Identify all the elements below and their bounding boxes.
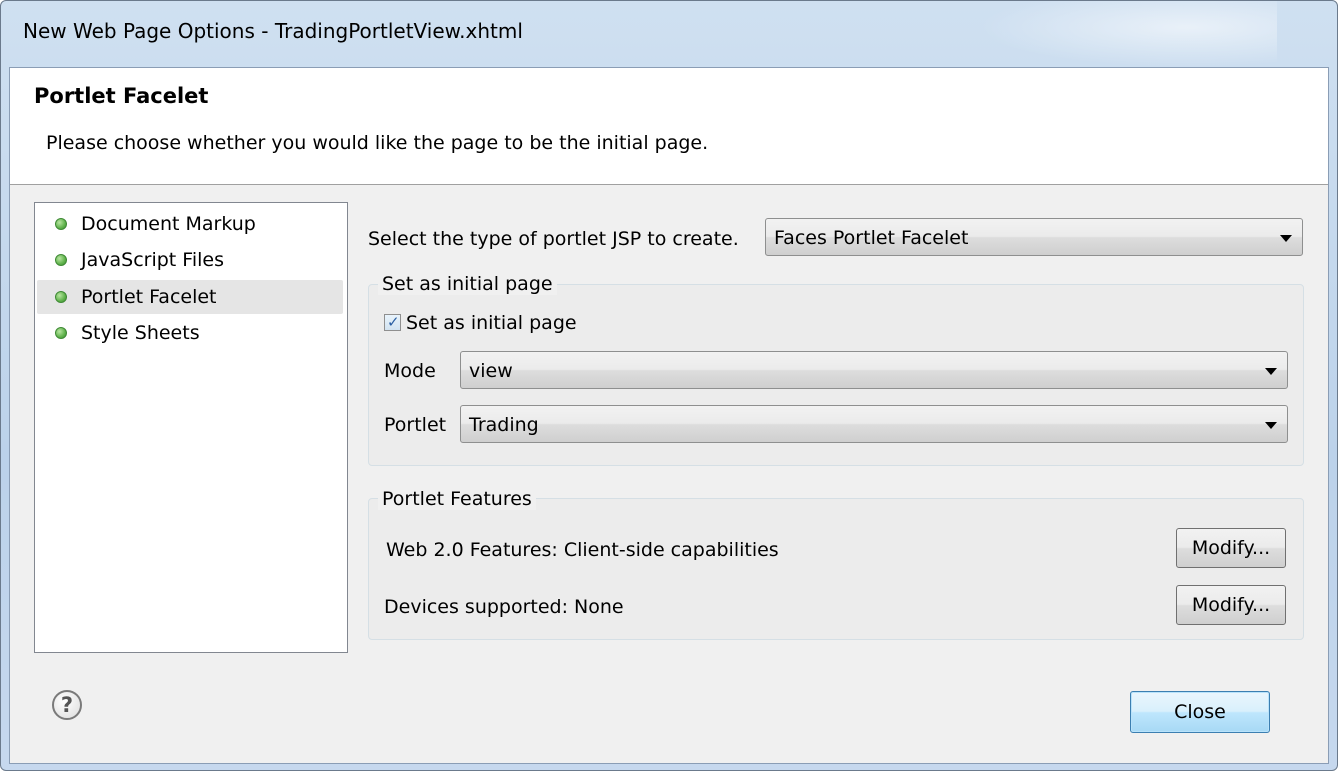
web20-features-label: Web 2.0 Features: Client-side capabiliti… (386, 539, 779, 561)
sidebar-item-javascript-files[interactable]: JavaScript Files (37, 243, 343, 277)
page-description: Please choose whether you would like the… (46, 132, 709, 154)
sidebar-item-portlet-facelet[interactable]: Portlet Facelet (37, 280, 343, 314)
sidebar-item-label: Style Sheets (81, 322, 200, 344)
modify-devices-button[interactable]: Modify... (1176, 585, 1286, 625)
mode-value: view (469, 360, 513, 382)
title-bar[interactable]: New Web Page Options - TradingPortletVie… (1, 1, 1337, 67)
sidebar-item-document-markup[interactable]: Document Markup (37, 207, 343, 241)
initial-page-group-legend: Set as initial page (378, 273, 557, 295)
portlet-label: Portlet (384, 414, 447, 436)
status-dot-icon (55, 327, 67, 339)
status-dot-icon (55, 291, 67, 303)
portlet-value: Trading (469, 414, 539, 436)
mode-select[interactable]: view (460, 351, 1288, 389)
window-title: New Web Page Options - TradingPortletVie… (23, 19, 523, 43)
set-initial-page-checkbox[interactable]: ✓ (384, 313, 401, 331)
portlet-type-select[interactable]: Faces Portlet Facelet (765, 218, 1303, 256)
portlet-type-label: Select the type of portlet JSP to create… (368, 228, 739, 250)
sidebar-item-label: JavaScript Files (81, 249, 224, 271)
chevron-down-icon (1280, 235, 1292, 242)
portlet-select[interactable]: Trading (460, 405, 1288, 443)
chevron-down-icon (1265, 422, 1277, 429)
title-bar-reflection (977, 1, 1277, 67)
modify-web20-button[interactable]: Modify... (1176, 528, 1286, 568)
set-initial-page-label[interactable]: Set as initial page (406, 312, 577, 334)
help-icon[interactable]: ? (52, 690, 82, 720)
devices-supported-label: Devices supported: None (384, 596, 624, 618)
portlet-features-group-legend: Portlet Features (378, 488, 536, 510)
status-dot-icon (55, 254, 67, 266)
dialog-header: Portlet Facelet Please choose whether yo… (10, 68, 1328, 185)
portlet-type-value: Faces Portlet Facelet (774, 227, 969, 249)
mode-label: Mode (384, 360, 436, 382)
portlet-features-group (368, 498, 1304, 640)
sidebar-item-label: Portlet Facelet (81, 286, 217, 308)
checkmark-icon: ✓ (387, 313, 400, 331)
sidebar-item-style-sheets[interactable]: Style Sheets (37, 316, 343, 350)
sidebar-list: Document Markup JavaScript Files Portlet… (34, 202, 348, 653)
dialog-client-area: Portlet Facelet Please choose whether yo… (9, 67, 1329, 764)
close-button[interactable]: Close (1130, 691, 1270, 733)
dialog-window: New Web Page Options - TradingPortletVie… (0, 0, 1338, 771)
sidebar-item-label: Document Markup (81, 213, 256, 235)
status-dot-icon (55, 218, 67, 230)
chevron-down-icon (1265, 368, 1277, 375)
page-title: Portlet Facelet (34, 84, 209, 108)
